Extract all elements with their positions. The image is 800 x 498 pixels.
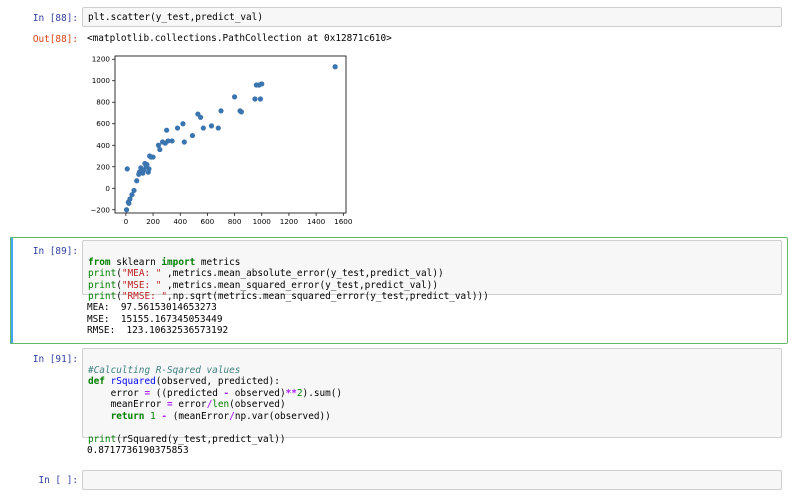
scatter-point xyxy=(123,207,130,213)
code-line: from sklearn import metrics xyxy=(88,256,241,268)
y-tick-label: 200 xyxy=(96,162,110,171)
scatter-point xyxy=(146,166,152,172)
cell-88-output-text: <matplotlib.collections.PathCollection a… xyxy=(87,33,392,44)
scatter-point xyxy=(252,96,258,102)
cell-88-code: plt.scatter(y_test,predict_val) xyxy=(88,12,263,23)
output-line: MEA: 97.56153014653273 xyxy=(87,302,217,313)
cell-91-code: #Calculting R-Sqared values def rSquared… xyxy=(88,353,342,445)
x-tick-label: 400 xyxy=(173,217,187,226)
x-tick-label: 1400 xyxy=(307,217,326,226)
scatter-point xyxy=(332,64,338,70)
scatter-point xyxy=(150,154,156,160)
scatter-point xyxy=(164,127,170,133)
cell-89-code: from sklearn import metrics print("MEA: … xyxy=(88,245,489,303)
scatter-point xyxy=(189,132,196,139)
scatter-point xyxy=(231,94,238,100)
code-line: return 1 - (meanError/np.var(observed)) xyxy=(110,410,331,422)
output-line: RMSE: 123.10632536573192 xyxy=(87,325,229,336)
y-tick-label: 1000 xyxy=(92,76,111,85)
y-tick-label: 400 xyxy=(96,141,110,150)
cell-89-output: MEA: 97.56153014653273 MSE: 15155.167345… xyxy=(87,302,228,337)
cell-88-in-prompt: In [88]: xyxy=(32,13,78,24)
scatter-point xyxy=(157,146,163,153)
scatter-point xyxy=(257,96,263,102)
scatter-point xyxy=(134,178,140,184)
scatter-point xyxy=(169,138,175,144)
output-line: MSE: 15155.167345053449 xyxy=(87,313,223,325)
y-tick-label: 1200 xyxy=(92,55,111,64)
y-tick-label: 600 xyxy=(96,119,110,128)
code-line: meanError = error/len(observed) xyxy=(88,399,286,410)
cell-91-output: 0.8717736190375853 xyxy=(87,445,189,456)
scatter-point xyxy=(198,114,204,120)
scatter-plot: 0 200 400 600 800 1000 1200 1400 1600 −200 0 200 400… xyxy=(90,55,353,226)
cell-91-input[interactable]: #Calculting R-Sqared values def rSquared… xyxy=(82,348,782,445)
code-line: print("MEA: " ,metrics.mean_absolute_err… xyxy=(88,268,444,279)
code-line: print(rSquared(y_test,predict_val)) xyxy=(88,433,286,445)
x-tick-label: 200 xyxy=(146,217,160,226)
y-tick-label: −200 xyxy=(90,205,110,214)
x-tick-label: 1000 xyxy=(253,217,272,226)
plot-frame xyxy=(114,55,347,214)
y-tick-label: 800 xyxy=(96,98,110,107)
code-line: #Calculting R-Sqared values xyxy=(88,364,241,376)
scatter-point xyxy=(131,187,137,194)
scatter-point xyxy=(259,81,265,87)
x-tick-label: 600 xyxy=(201,217,215,226)
empty-cell-prompt: In [ ]: xyxy=(38,475,78,486)
x-tick-label: 1600 xyxy=(334,217,353,226)
scatter-point xyxy=(208,123,215,129)
scatter-point xyxy=(124,166,130,172)
code-line: error = ((predicted - observed)**2).sum(… xyxy=(88,387,343,399)
x-tick-label: 0 xyxy=(124,217,129,226)
scatter-points xyxy=(123,64,338,213)
cell-88-input[interactable]: plt.scatter(y_test,predict_val) xyxy=(82,7,782,27)
cell-89-input[interactable]: from sklearn import metrics print("MEA: … xyxy=(82,240,782,302)
cell-88-out-prompt: Out[88]: xyxy=(32,34,78,45)
scatter-point xyxy=(200,125,206,131)
scatter-point xyxy=(215,125,221,131)
scatter-point xyxy=(181,139,187,145)
scatter-point xyxy=(180,121,186,127)
empty-cell-input[interactable] xyxy=(82,470,782,490)
y-tick-label: 0 xyxy=(105,184,110,193)
code-line: print("MSE: " ,metrics.mean_squared_erro… xyxy=(88,279,438,291)
scatter-point xyxy=(238,109,244,115)
scatter-point xyxy=(174,125,181,131)
x-tick-label: 1200 xyxy=(280,217,299,226)
code-line: def rSquared(observed, predicted): xyxy=(88,376,280,387)
cell-89-in-prompt: In [89]: xyxy=(32,246,78,257)
code-line: print("RMSE: ",np.sqrt(metrics.mean_squa… xyxy=(88,291,489,302)
cell-91-in-prompt: In [91]: xyxy=(32,354,78,365)
scatter-point xyxy=(218,108,224,114)
x-tick-label: 800 xyxy=(228,217,242,226)
